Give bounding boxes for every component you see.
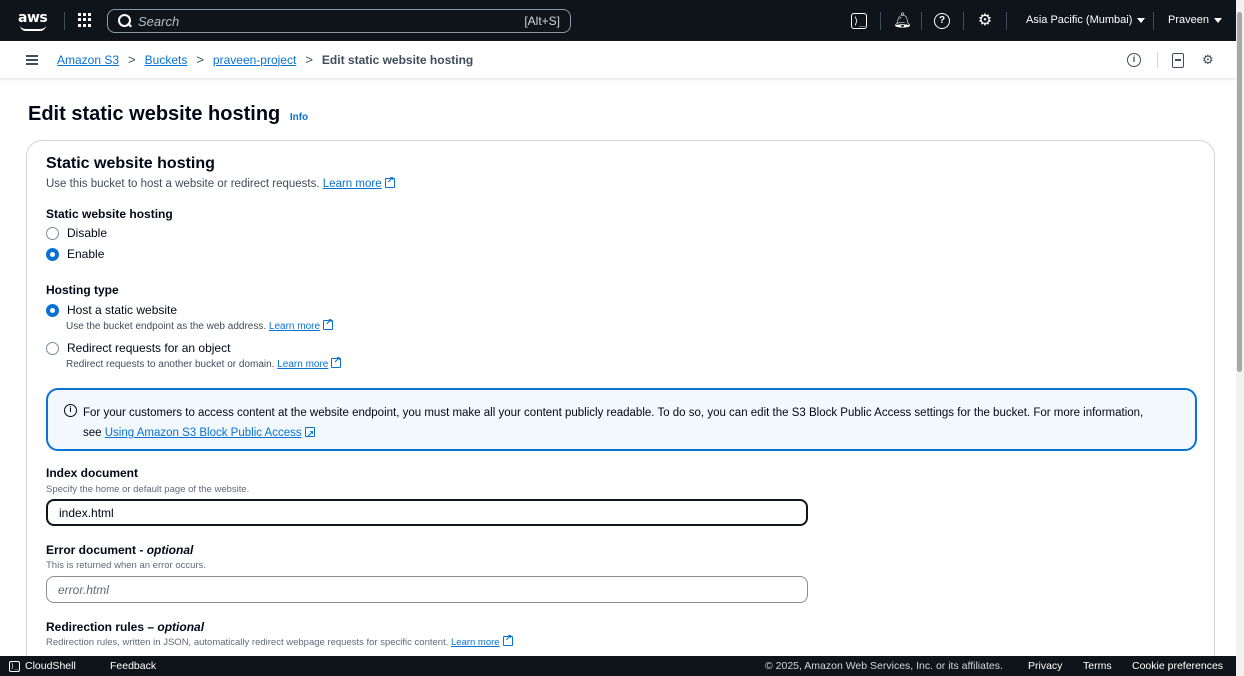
learn-more-link[interactable]: Learn more — [451, 633, 513, 648]
section-description: Use this bucket to host a website or red… — [46, 175, 395, 190]
region-selector[interactable]: Asia Pacific (Mumbai) — [1026, 14, 1146, 26]
nav-divider — [921, 12, 922, 30]
info-icon: i — [64, 404, 77, 417]
divider — [1157, 52, 1158, 68]
scrollbar[interactable] — [1236, 0, 1244, 676]
nav-divider — [880, 12, 881, 30]
radio-circle-checked[interactable] — [46, 247, 59, 261]
side-panel-icon[interactable] — [1172, 53, 1184, 68]
footer-bar: ⟩_ CloudShell Feedback © 2025, Amazon We… — [0, 656, 1236, 676]
cloudshell-button[interactable]: ⟩_ CloudShell — [9, 660, 76, 672]
hamburger-menu-icon[interactable] — [26, 55, 38, 65]
hosting-toggle-label: Static website hosting — [46, 207, 173, 221]
cookie-preferences-link[interactable]: Cookie preferences — [1132, 660, 1223, 672]
top-navigation: aws [Alt+S] ⟩_ 🔔︎ ? ⚙ Asia Pacific (Mumb… — [0, 0, 1244, 41]
external-link-icon — [323, 317, 334, 330]
chevron-right-icon: > — [196, 52, 204, 67]
radio-circle-checked[interactable] — [46, 303, 59, 317]
aws-logo[interactable]: aws — [18, 9, 52, 33]
nav-divider — [1153, 12, 1154, 30]
info-link[interactable]: Info — [290, 112, 308, 123]
index-document-input[interactable] — [46, 499, 808, 526]
radio-circle[interactable] — [46, 226, 59, 240]
region-label: Asia Pacific (Mumbai) — [1026, 14, 1133, 26]
bell-icon[interactable]: 🔔︎ — [893, 12, 912, 30]
nav-divider — [963, 12, 964, 30]
error-document-description: This is returned when an error occurs. — [46, 560, 206, 571]
redirection-rules-description: Redirection rules, written in JSON, auto… — [46, 633, 513, 648]
learn-more-link[interactable]: Learn more — [323, 175, 395, 190]
radio-label: Disable — [67, 226, 108, 240]
info-alert: i For your customers to access content a… — [46, 388, 1197, 451]
external-link-icon — [502, 633, 513, 646]
breadcrumb-amazon-s3[interactable]: Amazon S3 — [57, 53, 119, 67]
search-input[interactable] — [138, 13, 478, 29]
learn-more-link[interactable]: Learn more — [277, 355, 342, 370]
caret-down-icon — [1137, 17, 1146, 23]
redirection-rules-label: Redirection rules – optional — [46, 620, 205, 634]
error-document-label: Error document - optional — [46, 543, 194, 557]
external-link-icon — [384, 175, 395, 188]
radio-label: Host a static website — [67, 303, 178, 317]
breadcrumb-buckets[interactable]: Buckets — [145, 53, 188, 67]
breadcrumb-current: Edit static website hosting — [321, 52, 474, 67]
external-link-icon — [331, 355, 342, 368]
aws-logo-smile — [20, 25, 46, 31]
hosting-type-label: Hosting type — [46, 283, 119, 297]
radio-label: Enable — [67, 247, 105, 261]
external-link-icon — [304, 424, 315, 444]
radio-enable[interactable]: Enable — [46, 247, 104, 261]
chevron-right-icon: > — [128, 52, 136, 67]
section-title: Static website hosting — [46, 155, 215, 172]
breadcrumb-bar: Amazon S3 > Buckets > praveen-project > … — [0, 41, 1236, 79]
privacy-link[interactable]: Privacy — [1028, 660, 1062, 672]
terms-link[interactable]: Terms — [1083, 660, 1112, 672]
breadcrumb-bucket[interactable]: praveen-project — [213, 53, 296, 67]
learn-more-link[interactable]: Learn more — [269, 317, 334, 332]
radio-description: Use the bucket endpoint as the web addre… — [66, 317, 334, 332]
services-grid-icon[interactable] — [78, 13, 92, 27]
cloudshell-label: CloudShell — [25, 660, 76, 672]
copyright-text: © 2025, Amazon Web Services, Inc. or its… — [765, 660, 1003, 672]
aws-logo-text: aws — [18, 10, 48, 26]
settings-icon[interactable]: ⚙ — [1202, 52, 1214, 68]
help-icon[interactable]: ? — [934, 13, 950, 29]
breadcrumb: Amazon S3 > Buckets > praveen-project > … — [57, 52, 473, 67]
index-document-description: Specify the home or default page of the … — [46, 484, 250, 495]
search-shortcut: [Alt+S] — [524, 14, 560, 28]
optional-tag: - optional — [139, 543, 194, 557]
nav-divider — [64, 12, 65, 30]
optional-tag: – optional — [147, 620, 205, 634]
block-public-access-link[interactable]: Using Amazon S3 Block Public Access — [105, 424, 315, 444]
section-description-text: Use this bucket to host a website or red… — [46, 178, 320, 190]
radio-description: Redirect requests to another bucket or d… — [66, 355, 342, 370]
radio-circle[interactable] — [46, 341, 59, 355]
radio-disable[interactable]: Disable — [46, 226, 107, 240]
alert-text: For your customers to access content at … — [83, 403, 1163, 444]
nav-divider — [1006, 12, 1007, 30]
cloudshell-icon: ⟩_ — [9, 660, 20, 672]
search-box[interactable]: [Alt+S] — [107, 9, 571, 33]
radio-host-static[interactable]: Host a static website — [46, 303, 177, 317]
chevron-right-icon: > — [305, 52, 313, 67]
page-title-text: Edit static website hosting — [28, 103, 281, 125]
page-title: Edit static website hosting Info — [28, 103, 308, 126]
radio-label: Redirect requests for an object — [67, 341, 231, 355]
feedback-link[interactable]: Feedback — [110, 660, 156, 672]
radio-redirect[interactable]: Redirect requests for an object — [46, 341, 230, 355]
cloudshell-icon[interactable]: ⟩_ — [851, 13, 867, 29]
user-label: Praveen — [1168, 14, 1209, 26]
caret-down-icon — [1213, 17, 1222, 23]
index-document-label: Index document — [46, 466, 139, 480]
user-menu[interactable]: Praveen — [1168, 14, 1222, 26]
search-icon — [118, 14, 131, 27]
gear-icon[interactable]: ⚙ — [976, 12, 994, 30]
info-circle-icon[interactable]: i — [1127, 53, 1141, 67]
error-document-input[interactable] — [46, 576, 808, 603]
scrollbar-thumb[interactable] — [1237, 12, 1242, 372]
